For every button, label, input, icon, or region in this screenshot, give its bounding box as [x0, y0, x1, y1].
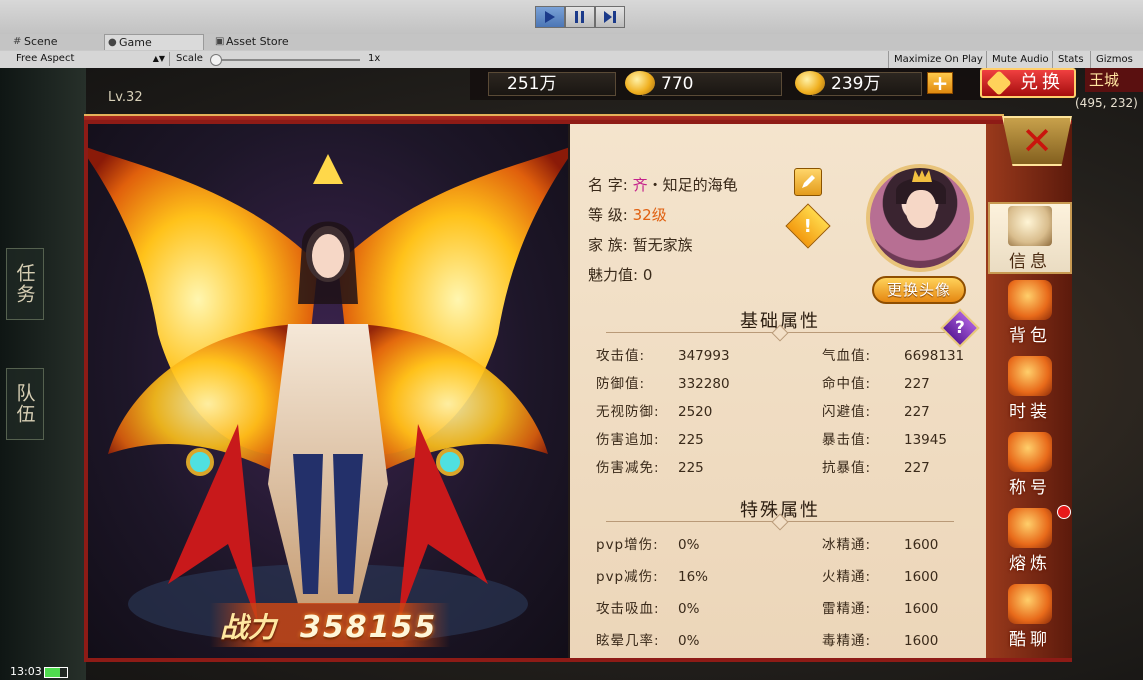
clock: 13:03: [10, 665, 42, 678]
edit-name-button[interactable]: [794, 168, 822, 196]
player-level: Lv.32: [108, 90, 143, 105]
map-name: 王城: [1085, 68, 1143, 92]
crown-icon: [912, 170, 932, 182]
tab-title[interactable]: 称号: [988, 430, 1072, 502]
chevron-down-icon: ▲▼: [152, 54, 165, 63]
playback-controls: [535, 6, 625, 28]
stat-row: pvp减伤: 16%: [596, 569, 709, 585]
scale-value: 1x: [368, 53, 381, 64]
stat-row: 气血值: 6698131: [822, 348, 965, 364]
gizmos-dropdown[interactable]: Gizmos: [1090, 51, 1138, 68]
stat-row: 无视防御: 2520: [596, 404, 713, 420]
stat-row: 防御值: 332280: [596, 376, 730, 392]
hud-left-bar: Lv.32 任务 队伍: [0, 68, 143, 680]
stat-row: 暴击值: 13945: [822, 432, 947, 448]
gold-ingot-icon: [625, 71, 655, 95]
aspect-dropdown[interactable]: Free Aspect ▲▼: [10, 52, 170, 66]
power-label: 战力: [220, 611, 277, 644]
pencil-icon: [802, 175, 815, 188]
pause-button[interactable]: [565, 6, 595, 28]
exclamation-icon: !: [803, 215, 813, 237]
map-coords: (495, 232): [1075, 96, 1138, 110]
editor-tab-strip: # Scene ● Game ▣ Asset Store: [0, 34, 1143, 50]
level-row: 等 级: 32级: [588, 206, 667, 224]
stat-row: 伤害追加: 225: [596, 432, 704, 448]
change-avatar-button[interactable]: 更换头像: [872, 276, 966, 304]
grid-icon: #: [13, 36, 22, 47]
stat-row: 命中值: 227: [822, 376, 930, 392]
tab-fashion[interactable]: 时装: [988, 354, 1072, 426]
stat-row: 火精通: 1600: [822, 569, 939, 585]
stat-row: pvp增伤: 0%: [596, 537, 700, 553]
scale-slider[interactable]: [212, 59, 360, 61]
play-icon: [545, 11, 555, 23]
game-controller-icon: ●: [108, 37, 117, 48]
game-view-toolbar: Free Aspect ▲▼ Scale 1x Maximize On Play…: [0, 51, 1143, 69]
play-button[interactable]: [535, 6, 565, 28]
stat-row: 雷精通: 1600: [822, 601, 939, 617]
stat-row: 伤害减免: 225: [596, 460, 704, 476]
mute-audio-toggle[interactable]: Mute Audio: [986, 51, 1054, 68]
avatar[interactable]: [866, 164, 974, 272]
scale-slider-handle[interactable]: [210, 54, 222, 66]
quest-button[interactable]: 任务: [6, 248, 44, 320]
stat-row: 闪避值: 227: [822, 404, 930, 420]
stats-toggle[interactable]: Stats: [1052, 51, 1089, 68]
stat-row: 攻击吸血: 0%: [596, 601, 700, 617]
stat-row: 抗暴值: 227: [822, 460, 930, 476]
family-row: 家 族: 暂无家族: [588, 236, 693, 254]
basic-divider: [606, 324, 954, 342]
bag-icon: [1008, 280, 1052, 320]
tab-info[interactable]: 信息: [988, 202, 1072, 274]
smelt-icon: [1008, 508, 1052, 548]
step-button[interactable]: [595, 6, 625, 28]
tab-asset-store[interactable]: ▣ Asset Store: [212, 34, 322, 50]
maximize-on-play-toggle[interactable]: Maximize On Play: [888, 51, 988, 68]
name-row: 名 字: 齐・知足的海龟: [588, 176, 738, 194]
add-currency-button[interactable]: +: [927, 72, 953, 94]
special-divider: [606, 513, 954, 531]
fashion-icon: [1008, 356, 1052, 396]
tab-game[interactable]: ● Game: [104, 34, 204, 50]
exchange-button[interactable]: 兑换: [980, 68, 1076, 98]
close-icon: ✕: [1021, 119, 1053, 163]
charm-row: 魅力值: 0: [588, 266, 653, 284]
stat-row: 冰精通: 1600: [822, 537, 939, 553]
chat-icon: [1008, 584, 1052, 624]
stat-row: 眩晕几率: 0%: [596, 633, 700, 649]
resource-silver: 251万: [488, 72, 616, 96]
battery-fill: [45, 668, 61, 677]
resource-sycee: 239万: [795, 71, 922, 96]
editor-toolbar: [0, 0, 1143, 35]
character-wings-art: [88, 147, 568, 644]
gold-sycee-icon: [795, 71, 825, 95]
tab-scene[interactable]: # Scene: [10, 34, 100, 50]
tab-chat[interactable]: 酷聊: [988, 582, 1072, 654]
exchange-icon: [986, 70, 1012, 96]
pause-icon: [575, 11, 584, 23]
store-icon: ▣: [215, 36, 225, 47]
scale-label: Scale: [176, 53, 203, 64]
notification-dot: [1057, 505, 1071, 519]
stat-row: 攻击值: 347993: [596, 348, 730, 364]
tab-bag[interactable]: 背包: [988, 278, 1072, 350]
character-model: [88, 124, 568, 658]
avatar-face: [906, 190, 936, 228]
battery-indicator: [44, 667, 68, 678]
title-badge-icon: [1008, 432, 1052, 472]
power-value: 358155: [300, 610, 438, 645]
team-button[interactable]: 队伍: [6, 368, 44, 440]
question-icon: ?: [955, 318, 965, 338]
step-icon: [604, 11, 616, 23]
stat-row: 毒精通: 1600: [822, 633, 939, 649]
scroll-icon: [1008, 206, 1052, 246]
close-button[interactable]: ✕: [1002, 116, 1072, 166]
resource-gold: 770: [625, 71, 782, 96]
